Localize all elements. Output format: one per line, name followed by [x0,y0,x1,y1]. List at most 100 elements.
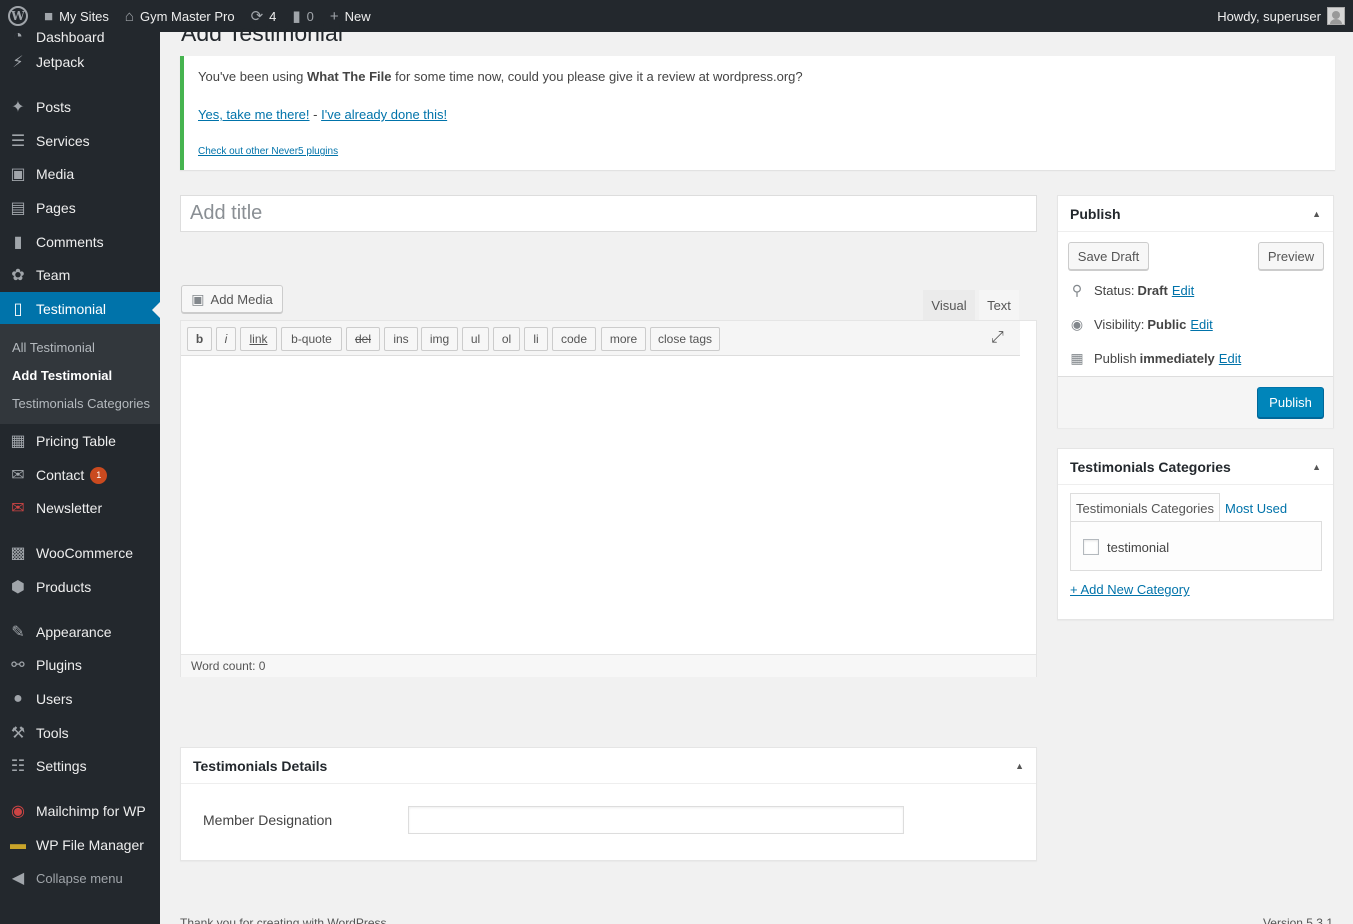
tools-icon: ⚒ [10,725,26,742]
preview-button[interactable]: Preview [1258,242,1324,270]
member-designation-label: Member Designation [203,812,333,828]
pin-icon: ✦ [11,99,25,116]
qt-ul-button[interactable]: ul [462,327,489,351]
submenu-all-testimonial[interactable]: All Testimonial [12,340,95,355]
testimonial-submenu: All Testimonial Add Testimonial Testimon… [0,324,160,424]
schedule-row: ▦ Publish immediately Edit [1068,350,1241,367]
submenu-testimonial-categories[interactable]: Testimonials Categories [12,396,150,411]
media-icon: ▣ [10,166,26,183]
sidebar-item-contact[interactable]: ✉ Contact 1 [0,458,160,492]
services-icon: ☰ [10,133,26,150]
sidebar-item-jetpack[interactable]: ⚡ Jetpack [0,45,160,79]
sidebar-item-plugins[interactable]: ⚯ Plugins [0,648,160,682]
qt-bold-button[interactable]: b [187,327,212,351]
publish-box-header[interactable]: Publish ▲ [1058,196,1333,232]
avatar [1327,7,1345,25]
categories-box-header[interactable]: Testimonials Categories ▲ [1058,449,1333,485]
sidebar-item-settings[interactable]: ☷ Settings [0,749,160,783]
quicktags-toolbar: b i link b-quote del ins img ul ol li co… [181,321,1020,356]
sidebar-item-posts[interactable]: ✦ Posts [0,90,160,124]
review-notice: You've been using What The File for some… [180,56,1335,170]
add-new-category-link[interactable]: + Add New Category [1070,582,1190,597]
collapse-toggle-icon[interactable]: ▲ [1312,462,1321,472]
sidebar-item-file-manager[interactable]: ▬ WP File Manager [0,828,160,862]
qt-ins-button[interactable]: ins [384,327,418,351]
sidebar-item-newsletter[interactable]: ✉ Newsletter [0,491,160,525]
sidebar-item-comments[interactable]: ▮ Comments [0,225,160,259]
qt-img-button[interactable]: img [421,327,458,351]
details-box-header[interactable]: Testimonials Details ▲ [181,748,1036,784]
sidebar-item-pricing-table[interactable]: ▦ Pricing Table [0,424,160,458]
sidebar-item-media[interactable]: ▣ Media [0,157,160,191]
tab-visual[interactable]: Visual [923,290,975,320]
category-checkbox[interactable] [1083,539,1099,555]
qt-del-button[interactable]: del [346,327,380,351]
post-title-input[interactable] [180,195,1037,232]
sidebar-item-appearance[interactable]: ✎ Appearance [0,615,160,649]
sidebar-item-services[interactable]: ☰ Services [0,124,160,158]
collapse-menu-button[interactable]: ◀ Collapse menu [0,861,160,895]
newsletter-icon: ✉ [11,500,25,517]
qt-italic-button[interactable]: i [216,327,236,351]
sidebar-item-products[interactable]: ⬢ Products [0,570,160,604]
notice-link-yes[interactable]: Yes, take me there! [198,107,310,122]
sidebar-item-mailchimp[interactable]: ◉ Mailchimp for WP [0,794,160,828]
notice-link-done[interactable]: I've already done this! [321,107,447,122]
member-designation-input[interactable] [408,806,904,834]
submenu-add-testimonial[interactable]: Add Testimonial [12,368,112,383]
edit-status-link[interactable]: Edit [1172,283,1194,298]
status-row: ⚲ Status: Draft Edit [1068,282,1194,299]
sidebar-item-tools[interactable]: ⚒ Tools [0,716,160,750]
qt-close-tags-button[interactable]: close tags [650,327,720,351]
settings-icon: ☷ [10,758,26,775]
qt-li-button[interactable]: li [524,327,548,351]
tab-text[interactable]: Text [979,290,1019,320]
publish-button[interactable]: Publish [1257,387,1324,418]
table-icon: ▦ [10,433,26,450]
categories-box: Testimonials Categories ▲ Testimonials Ca… [1057,448,1334,620]
qt-link-button[interactable]: link [240,327,277,351]
page-title: Add Testimonial [181,20,343,46]
sidebar-item-users[interactable]: ● Users [0,682,160,716]
collapse-toggle-icon[interactable]: ▲ [1312,209,1321,219]
testimonials-details-box: Testimonials Details ▲ Member Designation [180,747,1037,861]
collapse-toggle-icon[interactable]: ▲ [1015,761,1024,771]
edit-schedule-link[interactable]: Edit [1219,351,1241,366]
tab-all-categories[interactable]: Testimonials Categories [1070,493,1221,523]
calendar-icon: ▦ [1070,350,1084,366]
add-media-icon: ▣ [191,290,205,307]
sidebar-item-pages[interactable]: ▤ Pages [0,191,160,225]
tab-most-used[interactable]: Most Used [1225,493,1287,523]
add-media-button[interactable]: ▣ Add Media [181,285,283,313]
plugins-icon: ⚯ [11,657,25,674]
mailchimp-icon: ◉ [11,803,25,820]
content-editor[interactable]: b i link b-quote del ins img ul ol li co… [180,320,1037,677]
qt-ol-button[interactable]: ol [493,327,520,351]
footer-version: Version 5.3.1 [1262,916,1333,924]
footer-thankyou: Thank you for creating with WordPress. [180,916,390,924]
notice-message: You've been using What The File for some… [198,69,803,84]
testimonial-icon: ▯ [13,301,23,318]
qt-bquote-button[interactable]: b-quote [281,327,342,351]
fullscreen-icon[interactable]: ⤢ [991,329,1004,347]
save-draft-button[interactable]: Save Draft [1068,242,1149,270]
dashboard-icon: ◔ [13,28,23,45]
sidebar-item-testimonial[interactable]: ▯ Testimonial [0,292,160,326]
category-checklist: testimonial [1070,521,1322,571]
woocommerce-icon: ▩ [10,545,26,562]
category-item[interactable]: testimonial [1083,539,1169,555]
sidebar-item-woocommerce[interactable]: ▩ WooCommerce [0,536,160,570]
pages-icon: ▤ [10,200,26,217]
sidebar-item-team[interactable]: ✿ Team [0,258,160,292]
edit-visibility-link[interactable]: Edit [1190,317,1212,332]
account-menu[interactable]: Howdy, superuser [1217,7,1353,25]
status-pin-icon: ⚲ [1071,282,1083,298]
qt-code-button[interactable]: code [552,327,596,351]
admin-sidebar: ◔ Dashboard ⚡ Jetpack ✦ Posts ☰ Services ▣ Me… [0,28,160,924]
products-icon: ⬢ [11,579,25,596]
notice-link-other-plugins[interactable]: Check out other Never5 plugins [198,146,338,157]
notice-other-plugins: Check out other Never5 plugins [198,146,338,157]
collapse-arrow-icon: ◀ [11,870,25,887]
users-icon: ● [13,690,23,707]
qt-more-button[interactable]: more [601,327,646,351]
